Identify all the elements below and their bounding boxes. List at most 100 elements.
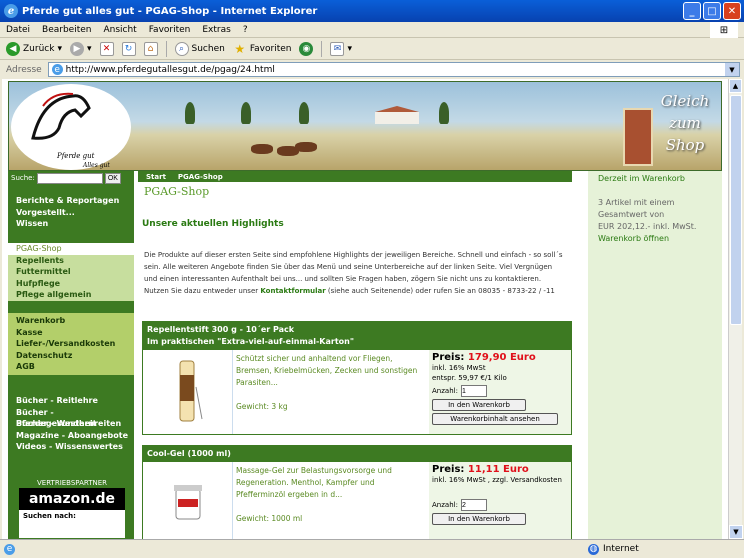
intro-line: sein. Alle weiteren Angebote finden Sie … <box>144 263 553 271</box>
nav-item[interactable]: Warenkorb <box>8 315 136 327</box>
nav-item[interactable]: Hufpflege <box>8 278 136 290</box>
quantity-input[interactable] <box>460 499 487 511</box>
minimize-button[interactable]: _ <box>683 2 701 20</box>
nav-item[interactable]: Bücher - Reitlehre <box>8 395 134 407</box>
highlights-heading: Unsere aktuellen Highlights <box>142 219 284 229</box>
search-button[interactable]: ⌕ Suchen <box>174 41 225 56</box>
refresh-icon[interactable]: ↻ <box>121 41 136 56</box>
intro-text-part: Nutzen Sie dazu entweder unser <box>144 287 261 295</box>
add-to-cart-button[interactable]: In den Warenkorb <box>432 513 526 525</box>
nav-item-shop[interactable]: PGAG-Shop <box>8 243 136 255</box>
mail-button[interactable]: ✉ ▾ <box>330 41 352 56</box>
vertriebspartner-box: VERTRIEBSPARTNER amazon.de Suchen nach: <box>18 477 126 539</box>
page-content: Suche: OK Berichte & Reportagen Vorgeste… <box>2 79 728 539</box>
product-image[interactable] <box>143 350 233 434</box>
stop-icon[interactable]: ✕ <box>99 41 114 56</box>
address-input[interactable]: e http://www.pferdegutallesgut.de/pgag/2… <box>47 62 740 77</box>
menu-datei[interactable]: Datei <box>6 25 30 35</box>
product-title[interactable]: Cool-Gel (1000 ml) <box>147 448 567 460</box>
nav-item[interactable]: Liefer-/Versandkosten <box>8 338 136 350</box>
menu-favoriten[interactable]: Favoriten <box>149 25 191 35</box>
toolbar: ◀ Zurück ▾ ▶ ▾ ✕ ↻ ⌂ ⌕ Suchen ★ Favoriten ◉… <box>0 38 744 60</box>
menu-help[interactable]: ? <box>243 25 248 35</box>
mail-icon: ✉ <box>330 41 345 56</box>
nav-item[interactable]: Magazine - Aboangebote <box>8 430 134 442</box>
search-label: Suche: <box>11 174 35 182</box>
amazon-search-label: Suchen nach: <box>23 512 76 520</box>
media-icon[interactable]: ◉ <box>299 41 314 56</box>
favorites-button[interactable]: ★ Favoriten <box>233 42 291 56</box>
window-title: Pferde gut alles gut - PGAG-Shop - Inter… <box>22 5 318 17</box>
nav-item[interactable]: Repellents <box>8 255 136 267</box>
home-icon[interactable]: ⌂ <box>143 41 158 56</box>
cart-summary-line: Gesamtwert von <box>598 210 665 219</box>
address-dropdown-icon[interactable]: ▼ <box>725 63 739 76</box>
menu-bearbeiten[interactable]: Bearbeiten <box>42 25 91 35</box>
vertical-scrollbar[interactable]: ▲ ▼ <box>728 79 743 539</box>
quantity-label: Anzahl: <box>432 387 458 395</box>
nav-item[interactable]: Bücher - Westernreiten <box>8 418 134 430</box>
product-header: Cool-Gel (1000 ml) <box>143 446 571 462</box>
breadcrumb-start[interactable]: Start <box>146 173 166 181</box>
product-price-box: Preis: 11,11 Euro inkl. 16% MwSt , zzgl.… <box>429 462 571 539</box>
scroll-thumb[interactable] <box>730 95 742 325</box>
nav-item[interactable]: Berichte & Reportagen <box>8 195 134 207</box>
scroll-down-icon[interactable]: ▼ <box>729 525 743 539</box>
quantity-label: Anzahl: <box>432 501 458 509</box>
maximize-button[interactable]: □ <box>703 2 721 20</box>
page-icon: e <box>51 64 63 75</box>
nav-item[interactable]: Pflege allgemein <box>8 289 136 301</box>
zone-label: Internet <box>603 544 639 554</box>
back-arrow-icon: ◀ <box>6 41 20 56</box>
quantity-input[interactable] <box>460 385 487 397</box>
nav-item[interactable]: Bücher - Pferdegesundheit <box>8 407 134 429</box>
breadcrumb-shop[interactable]: PGAG-Shop <box>178 173 223 181</box>
nav-item[interactable]: AGB <box>8 361 136 373</box>
site-search-button[interactable]: OK <box>104 172 121 184</box>
add-to-cart-button[interactable]: In den Warenkorb <box>432 399 526 411</box>
nav-item[interactable]: Videos - Wissenswertes <box>8 441 134 453</box>
product-description: Schützt sicher und anhaltend vor Fliegen… <box>233 350 429 434</box>
product-title[interactable]: Repellentstift 300 g - 10´er Pack <box>147 324 567 336</box>
menu-bar: Datei Bearbeiten Ansicht Favoriten Extra… <box>0 22 744 38</box>
open-cart-link[interactable]: Warenkorb öffnen <box>588 233 722 245</box>
price-label: Preis: <box>432 464 468 475</box>
forward-arrow-icon: ▶ <box>69 41 84 56</box>
vertrieb-label: VERTRIEBSPARTNER <box>19 478 125 488</box>
nav-group-info: Berichte & Reportagen Vorgestellt... Wis… <box>8 195 134 230</box>
menu-extras[interactable]: Extras <box>202 25 230 35</box>
product-card-coolgel: Cool-Gel (1000 ml) Massage-Gel zur Belas… <box>142 445 572 539</box>
view-cart-button[interactable]: Warenkorbinhalt ansehen <box>432 413 558 425</box>
nav-item[interactable]: Vorgestellt... <box>8 207 134 219</box>
close-button[interactable]: ✕ <box>723 2 741 20</box>
product-weight: Gewicht: 3 kg <box>236 402 288 411</box>
product-header: Repellentstift 300 g - 10´er Pack Im pra… <box>143 322 571 350</box>
product-weight: Gewicht: 1000 ml <box>236 514 303 523</box>
scroll-up-icon[interactable]: ▲ <box>729 79 742 93</box>
address-url: http://www.pferdegutallesgut.de/pgag/24.… <box>65 64 275 75</box>
nav-item[interactable]: Futtermittel <box>8 266 136 278</box>
tax-note: inkl. 16% MwSt <box>432 364 486 372</box>
nav-item[interactable]: Datenschutz <box>8 350 136 362</box>
menu-ansicht[interactable]: Ansicht <box>103 25 136 35</box>
unit-price: entspr. 59,97 €/1 Kilo <box>432 374 507 382</box>
status-bar: e ◍ Internet <box>0 539 744 558</box>
tax-note: inkl. 16% MwSt , zzgl. Versandkosten <box>432 476 562 484</box>
product-image[interactable] <box>143 462 233 539</box>
cart-sidebar: Derzeit im Warenkorb 3 Artikel mit einem… <box>588 171 722 539</box>
intro-text: Die Produkte auf dieser ersten Seite sin… <box>144 249 574 297</box>
nav-item[interactable]: Kasse <box>8 327 136 339</box>
intro-line: Die Produkte auf dieser ersten Seite sin… <box>144 251 563 259</box>
title-bar: e Pferde gut alles gut - PGAG-Shop - Int… <box>0 0 744 22</box>
windows-logo-icon: ⊞ <box>710 22 738 38</box>
search-label: Suchen <box>191 43 225 54</box>
nav-item[interactable]: Wissen <box>8 218 134 230</box>
site-search-input[interactable] <box>36 172 103 184</box>
search-icon: ⌕ <box>174 41 189 56</box>
cart-summary-line: 3 Artikel mit einem <box>598 198 675 207</box>
amazon-logo[interactable]: amazon.de <box>19 488 125 510</box>
contact-form-link[interactable]: Kontaktformular <box>260 287 325 295</box>
back-button[interactable]: ◀ Zurück ▾ <box>6 41 62 56</box>
cart-summary-line: EUR 202,12.- inkl. MwSt. <box>598 222 697 231</box>
forward-button[interactable]: ▶ ▾ <box>69 41 92 56</box>
